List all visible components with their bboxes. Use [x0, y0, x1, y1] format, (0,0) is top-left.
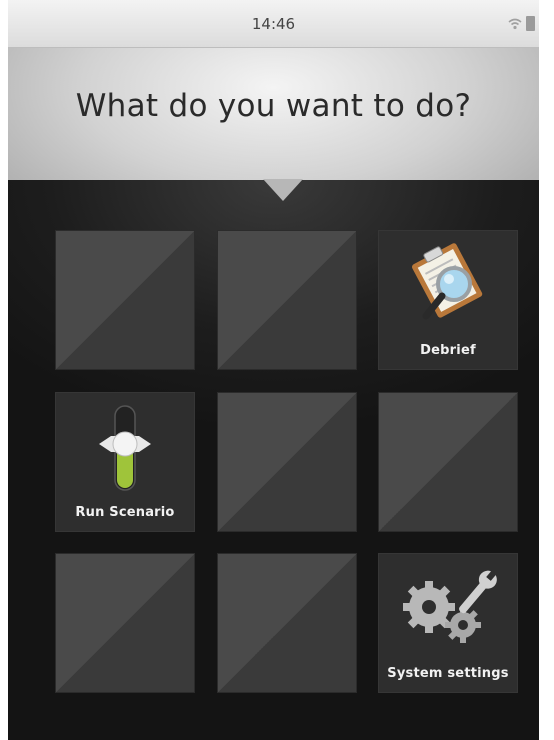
menu-tile-empty-5[interactable]: [55, 553, 195, 693]
system-settings-button[interactable]: System settings: [378, 553, 518, 693]
wifi-icon: [508, 18, 522, 29]
menu-tile-empty-1[interactable]: [55, 230, 195, 370]
menu-tile-empty-4[interactable]: [378, 392, 518, 532]
page-title: What do you want to do?: [75, 88, 472, 124]
menu-grid: Debrief Run Scenario System settings: [8, 180, 539, 740]
header-pointer: [263, 179, 303, 201]
debrief-button[interactable]: Debrief: [378, 230, 518, 370]
status-icons: [508, 16, 535, 31]
slider-toggle-icon: [55, 402, 195, 494]
app-screen: 14:46 What do you want to do? Debrief Ru…: [8, 0, 539, 740]
header: What do you want to do?: [8, 48, 539, 180]
status-bar: 14:46: [8, 0, 539, 48]
run-scenario-label: Run Scenario: [75, 505, 175, 520]
menu-tile-empty-6[interactable]: [217, 553, 357, 693]
system-settings-label: System settings: [387, 666, 509, 681]
battery-icon: [526, 16, 535, 31]
run-scenario-button[interactable]: Run Scenario: [55, 392, 195, 532]
menu-tile-empty-3[interactable]: [217, 392, 357, 532]
menu-tile-empty-2[interactable]: [217, 230, 357, 370]
gears-wrench-icon: [378, 563, 518, 649]
clipboard-magnifier-icon: [378, 240, 518, 326]
debrief-label: Debrief: [420, 343, 476, 358]
status-time: 14:46: [251, 15, 296, 33]
